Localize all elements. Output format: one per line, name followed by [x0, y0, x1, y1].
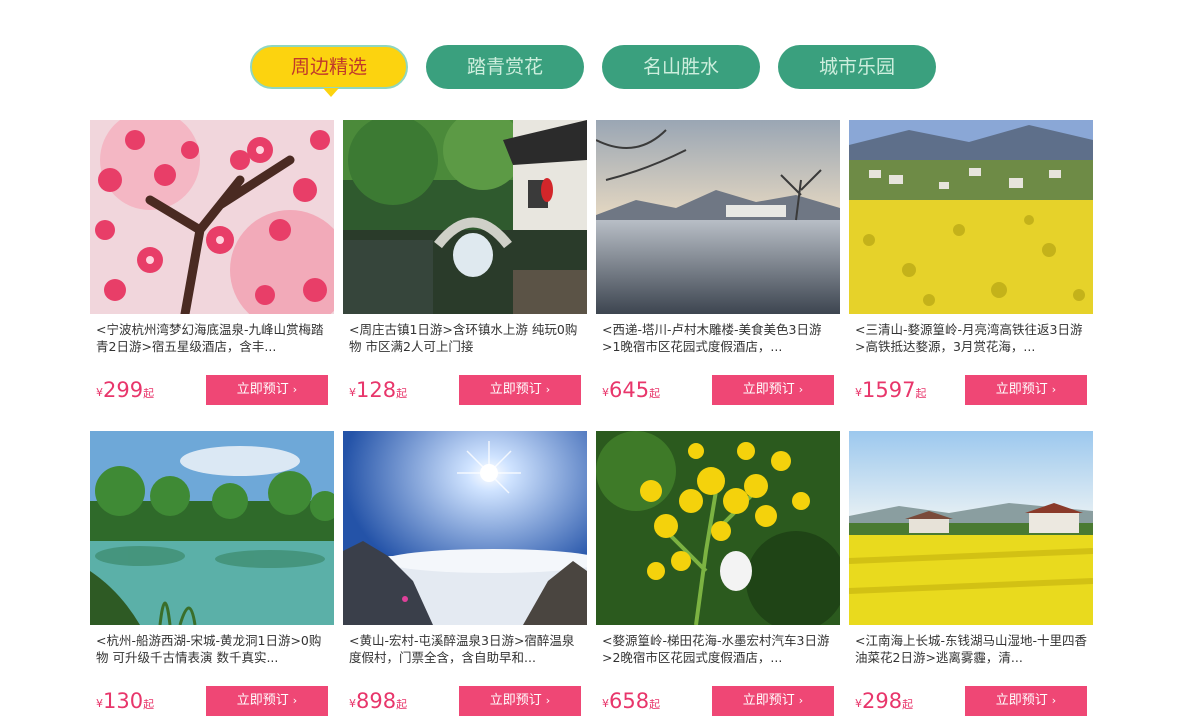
product-image-lake-village-sunset[interactable]: [596, 120, 840, 314]
product-card[interactable]: <西递-塔川-卢村木雕楼-美食美色3日游>1晚宿市区花园式度假酒店，... ¥6…: [596, 120, 840, 410]
product-price: ¥128起: [349, 378, 407, 402]
product-description: <西递-塔川-卢村木雕楼-美食美色3日游>1晚宿市区花园式度假酒店，...: [602, 322, 822, 354]
product-image-water-town-bridge[interactable]: [343, 120, 587, 314]
currency-symbol: ¥: [349, 697, 356, 710]
tab-label: 周边精选: [290, 56, 367, 78]
tab-nearby-picks[interactable]: 周边精选: [250, 45, 408, 97]
book-label: 立即预订: [236, 382, 289, 397]
product-description: <黄山-宏村-屯溪醉温泉3日游>宿醉温泉度假村，门票全含，含自助早和...: [349, 633, 575, 665]
product-price: ¥299起: [96, 378, 154, 402]
price-value: 128: [356, 378, 397, 402]
product-card[interactable]: <杭州-船游西湖-宋城-黄龙洞1日游>0购物 可升级千古情表演 数千真实... …: [90, 431, 334, 721]
currency-symbol: ¥: [349, 386, 356, 399]
tab-city-parks[interactable]: 城市乐园: [778, 45, 936, 89]
product-description: <江南海上长城-东钱湖马山湿地-十里四香油菜花2日游>逃离雾霾，清...: [855, 633, 1087, 665]
price-value: 130: [103, 689, 144, 713]
book-now-button[interactable]: 立即预订 ›: [206, 375, 328, 405]
currency-symbol: ¥: [855, 697, 862, 710]
book-now-button[interactable]: 立即预订 ›: [712, 375, 834, 405]
currency-symbol: ¥: [602, 386, 609, 399]
currency-symbol: ¥: [96, 697, 103, 710]
currency-symbol: ¥: [855, 386, 862, 399]
product-image-west-lake[interactable]: [90, 431, 334, 625]
product-card[interactable]: <三清山-婺源篁岭-月亮湾高铁往返3日游>高铁抵达婺源，3月赏花海，... ¥1…: [849, 120, 1093, 410]
price-suffix: 起: [915, 387, 927, 400]
chevron-right-icon: ›: [1051, 383, 1057, 396]
product-description: <周庄古镇1日游>含环镇水上游 纯玩0购物 市区满2人可上门接: [349, 322, 578, 354]
price-suffix: 起: [143, 698, 155, 711]
price-suffix: 起: [902, 698, 914, 711]
product-price: ¥898起: [349, 689, 407, 713]
tab-label: 名山胜水: [642, 56, 719, 78]
tab-label: 踏青赏花: [466, 56, 543, 78]
price-suffix: 起: [396, 387, 408, 400]
product-image-mountain-sea-of-clouds[interactable]: [343, 431, 587, 625]
tab-spring-flowers[interactable]: 踏青赏花: [426, 45, 584, 89]
chevron-right-icon: ›: [1051, 694, 1057, 707]
chevron-right-icon: ›: [545, 694, 551, 707]
chevron-right-icon: ›: [292, 694, 298, 707]
product-image-plum-blossom[interactable]: [90, 120, 334, 314]
book-label: 立即预订: [995, 693, 1048, 708]
product-description: <宁波杭州湾梦幻海底温泉-九峰山赏梅踏青2日游>宿五星级酒店，含丰...: [96, 322, 324, 354]
product-card[interactable]: <婺源篁岭-梯田花海-水墨宏村汽车3日游>2晚宿市区花园式度假酒店，... ¥6…: [596, 431, 840, 721]
book-now-button[interactable]: 立即预订 ›: [712, 686, 834, 716]
price-suffix: 起: [143, 387, 155, 400]
book-now-button[interactable]: 立即预订 ›: [459, 686, 581, 716]
product-card[interactable]: <黄山-宏村-屯溪醉温泉3日游>宿醉温泉度假村，门票全含，含自助早和... ¥8…: [343, 431, 587, 721]
product-description: <婺源篁岭-梯田花海-水墨宏村汽车3日游>2晚宿市区花园式度假酒店，...: [602, 633, 830, 665]
currency-symbol: ¥: [602, 697, 609, 710]
book-now-button[interactable]: 立即预订 ›: [965, 686, 1087, 716]
price-value: 658: [609, 689, 650, 713]
book-now-button[interactable]: 立即预订 ›: [206, 686, 328, 716]
price-value: 898: [356, 689, 397, 713]
product-price: ¥130起: [96, 689, 154, 713]
tab-mountains-waters[interactable]: 名山胜水: [602, 45, 760, 89]
product-image-rapeseed-village[interactable]: [849, 120, 1093, 314]
tab-label: 城市乐园: [818, 56, 895, 78]
price-value: 299: [103, 378, 144, 402]
product-card[interactable]: <宁波杭州湾梦幻海底温泉-九峰山赏梅踏青2日游>宿五星级酒店，含丰... ¥29…: [90, 120, 334, 410]
book-now-button[interactable]: 立即预订 ›: [459, 375, 581, 405]
product-price: ¥298起: [855, 689, 913, 713]
product-price: ¥645起: [602, 378, 660, 402]
price-value: 298: [862, 689, 903, 713]
chevron-right-icon: ›: [545, 383, 551, 396]
product-price: ¥658起: [602, 689, 660, 713]
book-now-button[interactable]: 立即预订 ›: [965, 375, 1087, 405]
book-label: 立即预订: [742, 382, 795, 397]
price-value: 645: [609, 378, 650, 402]
price-suffix: 起: [396, 698, 408, 711]
product-card[interactable]: <江南海上长城-东钱湖马山湿地-十里四香油菜花2日游>逃离雾霾，清... ¥29…: [849, 431, 1093, 721]
price-value: 1597: [862, 378, 916, 402]
currency-symbol: ¥: [96, 386, 103, 399]
book-label: 立即预订: [995, 382, 1048, 397]
price-suffix: 起: [649, 698, 661, 711]
product-image-rapeseed-flowers-closeup[interactable]: [596, 431, 840, 625]
chevron-right-icon: ›: [292, 383, 298, 396]
book-label: 立即预订: [742, 693, 795, 708]
product-description: <杭州-船游西湖-宋城-黄龙洞1日游>0购物 可升级千古情表演 数千真实...: [96, 633, 322, 665]
book-label: 立即预订: [236, 693, 289, 708]
product-card[interactable]: <周庄古镇1日游>含环镇水上游 纯玩0购物 市区满2人可上门接 ¥128起 立即…: [343, 120, 587, 410]
book-label: 立即预订: [489, 693, 542, 708]
price-suffix: 起: [649, 387, 661, 400]
book-label: 立即预订: [489, 382, 542, 397]
chevron-right-icon: ›: [798, 383, 804, 396]
product-price: ¥1597起: [855, 378, 926, 402]
chevron-right-icon: ›: [798, 694, 804, 707]
product-image-rapeseed-field-houses[interactable]: [849, 431, 1093, 625]
active-tab-pointer: [323, 88, 339, 97]
product-description: <三清山-婺源篁岭-月亮湾高铁往返3日游>高铁抵达婺源，3月赏花海，...: [855, 322, 1083, 354]
